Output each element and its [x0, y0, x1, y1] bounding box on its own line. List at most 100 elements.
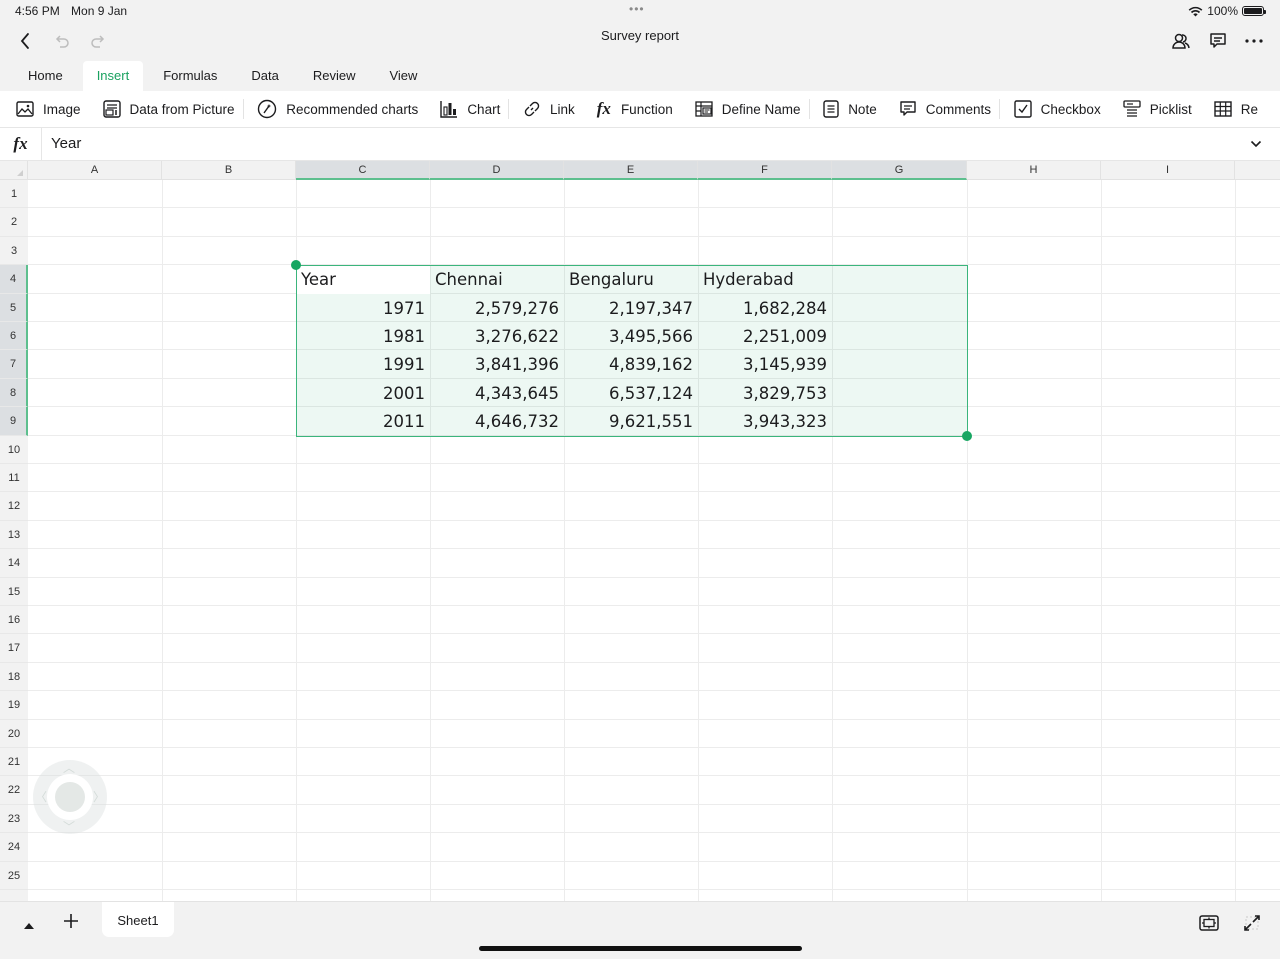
insert-image-button[interactable]: Image [16, 95, 81, 123]
insert-table-button[interactable]: Re [1214, 95, 1258, 123]
table-header-cell[interactable]: Hyderabad [698, 265, 832, 293]
population-cell[interactable]: 3,495,566 [564, 322, 698, 350]
navigation-joystick[interactable]: ︿ ﹀ 〈 〉 [33, 760, 107, 834]
population-cell[interactable]: 2,197,347 [564, 294, 698, 322]
formula-input[interactable] [51, 135, 1231, 152]
population-cell[interactable]: 3,943,323 [698, 407, 832, 435]
population-cell[interactable]: 3,841,396 [430, 350, 564, 378]
row-header-3[interactable]: 3 [0, 236, 28, 266]
fullscreen-button[interactable] [1240, 911, 1264, 935]
row-header-6[interactable]: 6 [0, 322, 28, 351]
population-cell[interactable]: 6,537,124 [564, 379, 698, 407]
row-header-2[interactable]: 2 [0, 208, 28, 237]
row-header-20[interactable]: 20 [0, 719, 28, 748]
row-header-12[interactable]: 12 [0, 492, 28, 521]
redo-button[interactable] [85, 28, 111, 54]
row-header-4[interactable]: 4 [0, 265, 28, 294]
population-cell[interactable]: 2,579,276 [430, 294, 564, 322]
tab-data[interactable]: Data [237, 61, 292, 91]
home-indicator[interactable] [479, 946, 802, 951]
tab-view[interactable]: View [375, 61, 431, 91]
back-button[interactable] [12, 28, 38, 54]
row-header-17[interactable]: 17 [0, 634, 28, 663]
population-cell[interactable]: 4,646,732 [430, 407, 564, 435]
row-header-22[interactable]: 22 [0, 776, 28, 805]
population-cell[interactable]: 2,251,009 [698, 322, 832, 350]
selection-handle-end[interactable] [962, 430, 972, 441]
select-all-corner[interactable] [0, 161, 28, 180]
column-header-g[interactable]: G [832, 161, 967, 180]
comments-button[interactable] [1205, 28, 1231, 54]
column-header-c[interactable]: C [296, 161, 430, 180]
column-header-b[interactable]: B [162, 161, 296, 180]
insert-picklist-button[interactable]: Picklist [1123, 95, 1192, 123]
column-header-f[interactable]: F [698, 161, 832, 180]
tab-home[interactable]: Home [14, 61, 77, 91]
population-cell[interactable]: 3,829,753 [698, 379, 832, 407]
insert-note-button[interactable]: Note [823, 95, 877, 123]
year-cell[interactable]: 2001 [296, 379, 430, 407]
insert-chart-button[interactable]: Chart [440, 95, 500, 123]
joystick-knob[interactable] [55, 782, 85, 812]
tab-review[interactable]: Review [299, 61, 370, 91]
sheet-list-button[interactable] [19, 916, 39, 936]
row-header-26[interactable] [0, 890, 28, 901]
row-header-5[interactable]: 5 [0, 293, 28, 322]
row-header-21[interactable]: 21 [0, 748, 28, 777]
formula-expand-button[interactable] [1246, 134, 1266, 154]
row-header-1[interactable]: 1 [0, 180, 28, 209]
table-header-cell[interactable]: Bengaluru [564, 265, 698, 293]
add-sheet-button[interactable] [60, 912, 82, 934]
table-header-cell[interactable]: Chennai [430, 265, 564, 293]
row-header-24[interactable]: 24 [0, 833, 28, 862]
undo-button[interactable] [49, 28, 75, 54]
row-header-13[interactable]: 13 [0, 520, 28, 550]
row-header-10[interactable]: 10 [0, 435, 28, 464]
title-bar: Survey report [0, 22, 1280, 60]
population-cell[interactable]: 4,839,162 [564, 350, 698, 378]
column-header-i[interactable]: I [1101, 161, 1235, 180]
row-header-15[interactable]: 15 [0, 577, 28, 606]
define-name-button[interactable]: Define Name [695, 95, 801, 123]
column-header-partial[interactable] [1235, 161, 1280, 180]
column-header-e[interactable]: E [564, 161, 698, 180]
year-cell[interactable]: 2011 [296, 407, 430, 435]
insert-comments-button[interactable]: Comments [899, 95, 991, 123]
population-cell[interactable]: 3,145,939 [698, 350, 832, 378]
recommended-charts-button[interactable]: Recommended charts [257, 95, 418, 123]
data-from-picture-button[interactable]: Data from Picture [102, 95, 235, 123]
year-cell[interactable]: 1981 [296, 322, 430, 350]
insert-function-button[interactable]: fx Function [597, 95, 673, 123]
insert-checkbox-button[interactable]: Checkbox [1013, 95, 1101, 123]
row-header-23[interactable]: 23 [0, 804, 28, 834]
row-header-14[interactable]: 14 [0, 549, 28, 578]
row-header-19[interactable]: 19 [0, 691, 28, 720]
column-header-h[interactable]: H [967, 161, 1101, 180]
population-cell[interactable]: 9,621,551 [564, 407, 698, 435]
population-cell[interactable]: 3,276,622 [430, 322, 564, 350]
row-header-7[interactable]: 7 [0, 350, 28, 379]
row-header-11[interactable]: 11 [0, 464, 28, 493]
sheet-tab[interactable]: Sheet1 [102, 902, 174, 937]
more-button[interactable] [1241, 28, 1267, 54]
collaborate-button[interactable] [1168, 28, 1194, 54]
row-header-25[interactable]: 25 [0, 861, 28, 890]
row-header-18[interactable]: 18 [0, 662, 28, 692]
row-header-16[interactable]: 16 [0, 606, 28, 635]
fx-icon[interactable]: fx [0, 128, 42, 160]
spreadsheet-grid[interactable]: A B C D E F G H I 1 2 3 4 5 6 7 8 9 10 11 12 13 14 15 16 17 18 19 20… [0, 161, 1280, 901]
column-header-a[interactable]: A [28, 161, 162, 180]
year-cell[interactable]: 1971 [296, 294, 430, 322]
row-header-9[interactable]: 9 [0, 407, 28, 436]
tab-insert[interactable]: Insert [82, 61, 144, 91]
tab-formulas[interactable]: Formulas [149, 61, 231, 91]
row-header-8[interactable]: 8 [0, 378, 28, 408]
multitask-dots-icon[interactable]: ••• [629, 2, 645, 16]
population-cell[interactable]: 4,343,645 [430, 379, 564, 407]
table-header-cell[interactable]: Year [296, 265, 430, 293]
population-cell[interactable]: 1,682,284 [698, 294, 832, 322]
fit-to-screen-button[interactable] [1197, 911, 1221, 935]
column-header-d[interactable]: D [430, 161, 564, 180]
year-cell[interactable]: 1991 [296, 350, 430, 378]
insert-link-button[interactable]: Link [523, 95, 575, 123]
